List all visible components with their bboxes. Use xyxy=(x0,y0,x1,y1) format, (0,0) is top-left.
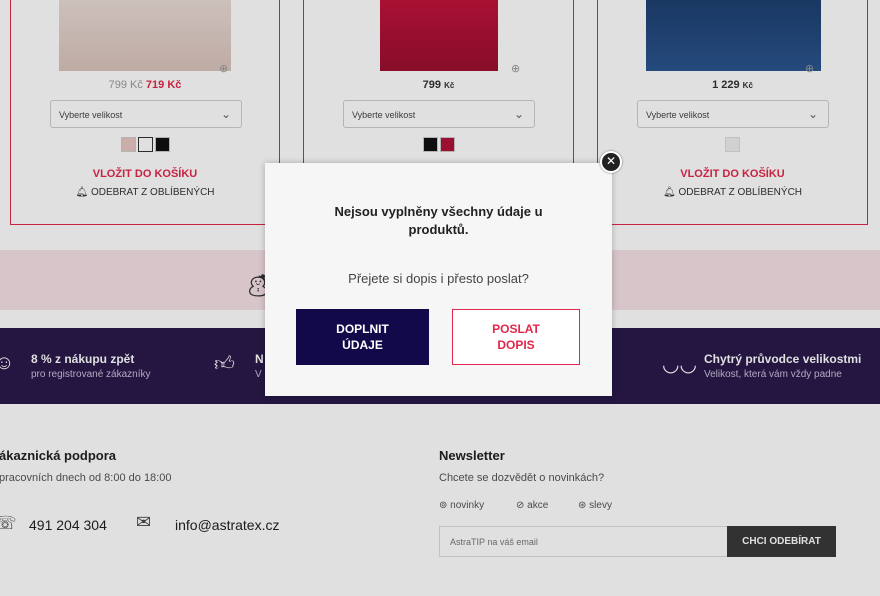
send-letter-button[interactable]: POSLAT DOPIS xyxy=(452,309,580,365)
close-icon[interactable]: ✕ xyxy=(600,151,622,173)
confirm-dialog: Nejsou vyplněny všechny údaje u produktů… xyxy=(265,163,612,396)
dialog-question: Přejete si dopis i přesto poslat? xyxy=(348,271,529,286)
dialog-title: Nejsou vyplněny všechny údaje u produktů… xyxy=(334,204,543,237)
fill-details-button[interactable]: DOPLNIT ÚDAJE xyxy=(296,309,429,365)
